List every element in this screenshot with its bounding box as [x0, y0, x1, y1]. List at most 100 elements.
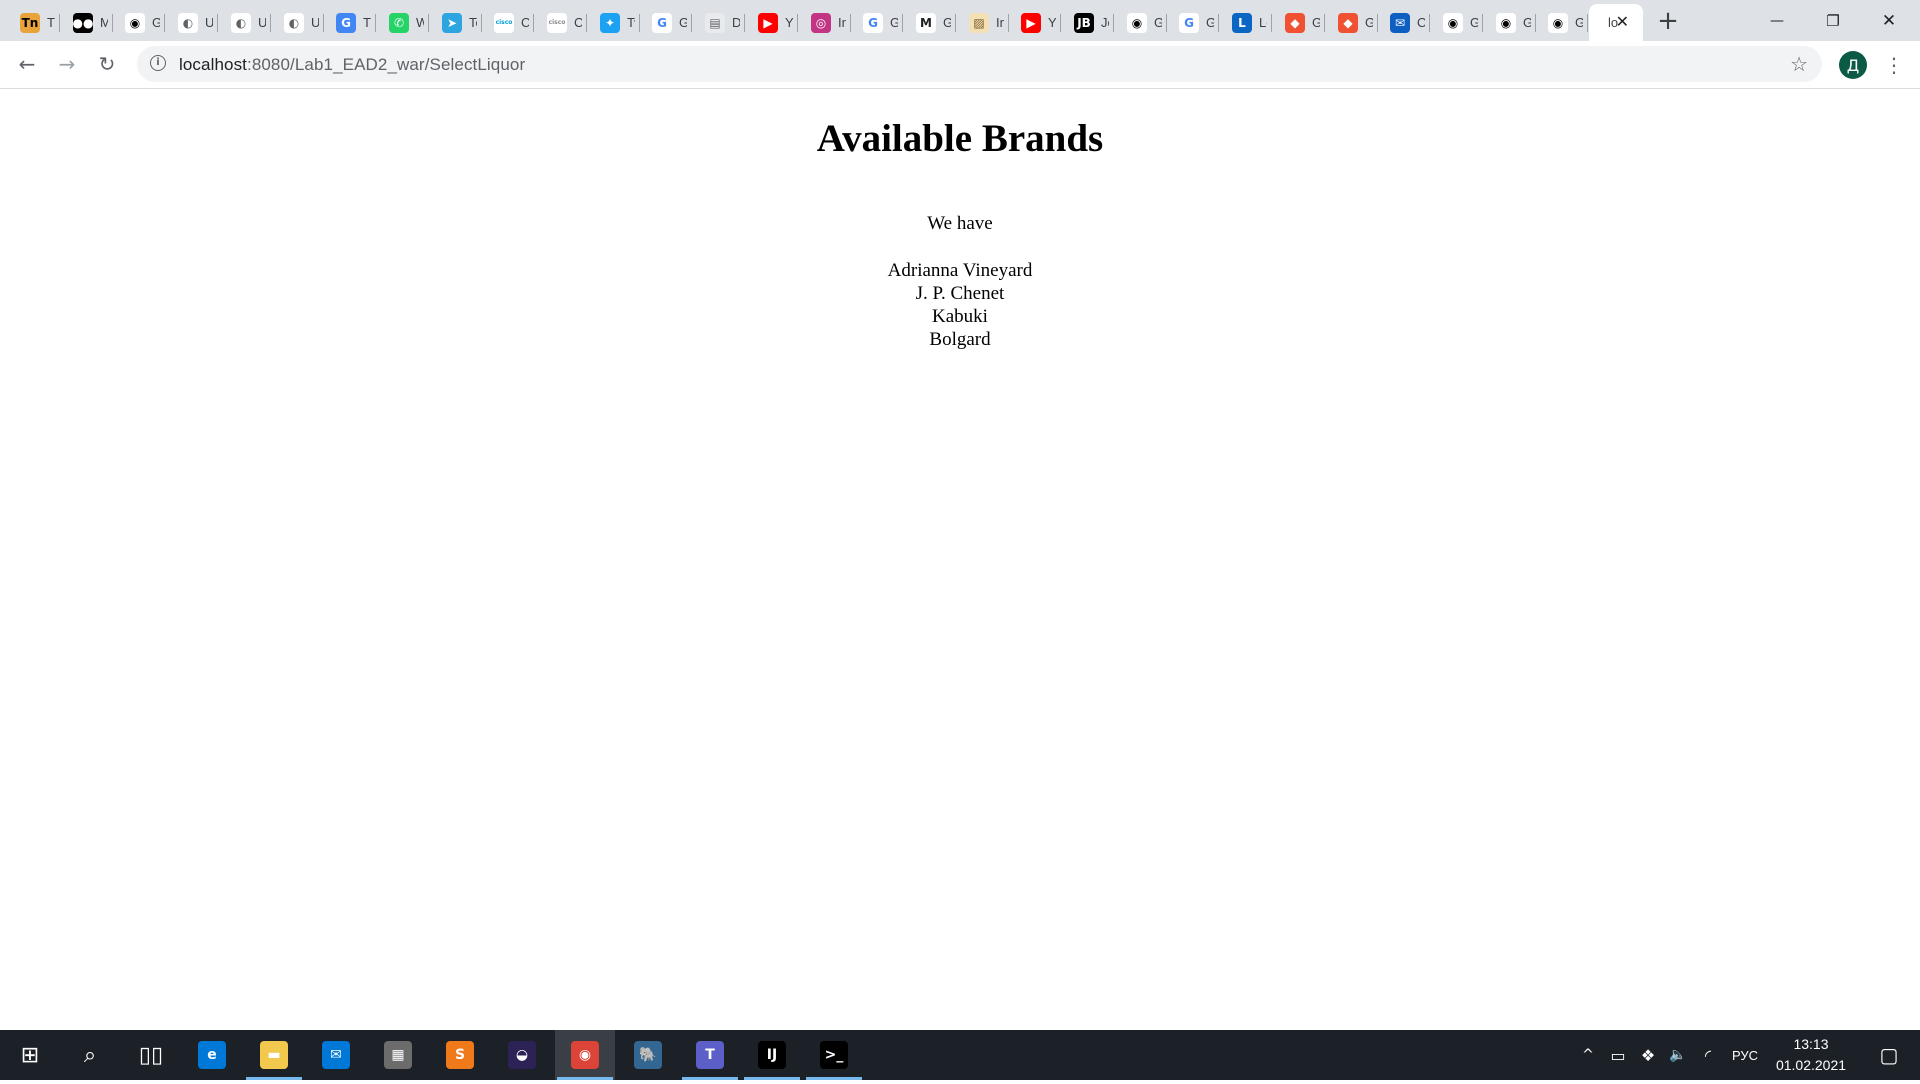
dropbox-icon[interactable]: ❖ — [1634, 1030, 1662, 1080]
battery-icon[interactable]: ▭ — [1604, 1030, 1632, 1080]
github-icon: ◉ — [1548, 12, 1568, 33]
taskbar-button[interactable]: ◉ — [555, 1030, 615, 1080]
active-tab[interactable]: lo ✕ — [1589, 4, 1643, 41]
browser-tab[interactable]: ◎ Instagram — [799, 4, 851, 41]
tab-title: Untitled — [311, 15, 319, 30]
address-bar[interactable]: i localhost:8080/Lab1_EAD2_war/SelectLiq… — [137, 46, 1822, 82]
taskbar-button[interactable]: T — [680, 1030, 740, 1080]
taskbar-button[interactable]: ✉ — [306, 1030, 366, 1080]
brand-item: Kabuki — [932, 306, 988, 327]
taskbar-button[interactable]: 🐘 — [618, 1030, 678, 1080]
clock-date: 01.02.2021 — [1775, 1057, 1847, 1073]
github-icon: ◉ — [1496, 12, 1516, 33]
browser-tab[interactable]: ✉ Outlook — [1378, 4, 1430, 41]
tab-title: JetBrains — [1101, 15, 1109, 30]
volume-icon[interactable]: 🔈 — [1664, 1030, 1692, 1080]
browser-tab[interactable]: ✦ Twitter — [588, 4, 640, 41]
tab-strip: Tn TN ●● Medium ◉ GitHub ◐ Untitled ◐ Untitled ◐ Un… — [0, 0, 1920, 41]
tab-title: Outlook — [1417, 15, 1425, 30]
taskbar-button[interactable]: >_ — [804, 1030, 864, 1080]
new-tab-button[interactable]: + — [1651, 4, 1685, 38]
browser-tab[interactable]: ➤ Telegram — [430, 4, 482, 41]
github-icon: ◉ — [1443, 12, 1463, 33]
browser-tab[interactable]: ◐ Untitled — [166, 4, 218, 41]
jetbrains-icon: JB — [1074, 12, 1094, 33]
taskbar-button[interactable]: ⌕ — [60, 1030, 120, 1080]
wifi-icon[interactable]: ◜ — [1694, 1030, 1722, 1080]
browser-tab[interactable]: G Translate — [324, 4, 376, 41]
tab-title: GitHub — [1470, 15, 1478, 30]
taskbar-button[interactable]: S — [430, 1030, 490, 1080]
browser-tab[interactable]: ✆ WhatsApp — [377, 4, 429, 41]
browser-tab[interactable]: ◐ Untitled — [272, 4, 324, 41]
bookmark-star-icon[interactable]: ☆ — [1790, 52, 1808, 76]
browser-tab[interactable]: Tn TN — [8, 4, 60, 41]
browser-tab[interactable]: G Google — [1167, 4, 1219, 41]
github-icon: ◉ — [1127, 12, 1147, 33]
browser-tab[interactable]: ◆ Git — [1273, 4, 1325, 41]
outlook-icon: ✉ — [1390, 12, 1410, 33]
browser-tab[interactable]: ▨ Image — [957, 4, 1009, 41]
cisco-icon: cisco — [494, 12, 514, 33]
git-icon: ◆ — [1338, 12, 1358, 33]
tab-title: Git — [1365, 15, 1373, 30]
browser-tab[interactable]: ◉ GitHub — [1115, 4, 1167, 41]
taskbar-button[interactable]: ⊞ — [0, 1030, 60, 1080]
tab-title: GitHub — [152, 15, 160, 30]
taskbar-button[interactable]: ◒ — [492, 1030, 552, 1080]
back-arrow-icon: ← — [18, 52, 36, 76]
site-info-icon[interactable]: i — [150, 55, 166, 71]
search-icon: ⌕ — [83, 1042, 97, 1068]
close-tab-icon[interactable]: ✕ — [1616, 12, 1629, 32]
browser-tab[interactable]: ▶ YouTube — [746, 4, 798, 41]
restore-button[interactable]: ❐ — [1805, 0, 1861, 41]
close-window-button[interactable]: ✕ — [1861, 0, 1917, 41]
show-hidden-icons-icon[interactable]: ^ — [1574, 1030, 1602, 1080]
browser-tab[interactable]: ◉ GitHub — [1431, 4, 1483, 41]
windows-taskbar: ⊞ ⌕ ▯▯ e ▬ ✉ ▦ S ◒ ◉ 🐘 T IJ >_ ^ ▭ ❖ 🔈 ◜ РУС 13:13 01… — [0, 1030, 1920, 1080]
back-button[interactable]: ← — [11, 48, 43, 80]
browser-tab[interactable]: L Learning — [1220, 4, 1272, 41]
browser-tab[interactable]: ◉ GitHub — [1536, 4, 1588, 41]
browser-tab[interactable]: ◆ Git — [1326, 4, 1378, 41]
browser-tab[interactable]: G Google — [851, 4, 903, 41]
browser-tab[interactable]: ◐ Untitled — [219, 4, 271, 41]
browser-toolbar: ← → ↻ i localhost:8080/Lab1_EAD2_war/Sel… — [0, 41, 1920, 89]
browser-tab[interactable]: M Gmail — [904, 4, 956, 41]
url-text[interactable]: localhost:8080/Lab1_EAD2_war/SelectLiquo… — [179, 55, 525, 75]
tab-title: Cisco — [521, 15, 529, 30]
browser-tab[interactable]: ▤ Docs — [693, 4, 745, 41]
taskbar-button[interactable]: e — [182, 1030, 242, 1080]
taskbar-button[interactable]: ▬ — [244, 1030, 304, 1080]
browser-tab[interactable]: JB JetBrains — [1062, 4, 1114, 41]
taskbar-button[interactable]: ▯▯ — [121, 1030, 181, 1080]
browser-menu-icon[interactable]: ⋮ — [1882, 49, 1906, 81]
browser-tab[interactable]: ◉ GitHub — [1484, 4, 1536, 41]
tab-title: Untitled — [205, 15, 213, 30]
reload-button[interactable]: ↻ — [91, 48, 123, 80]
page-heading: Available Brands — [816, 117, 1104, 160]
browser-tab[interactable]: ●● Medium — [61, 4, 113, 41]
browser-tab[interactable]: cisco Cisco — [535, 4, 587, 41]
tab-title: TN — [47, 15, 55, 30]
browser-tab[interactable]: G Google — [640, 4, 692, 41]
url-path: :8080/Lab1_EAD2_war/SelectLiquor — [247, 55, 526, 74]
minimize-button[interactable]: — — [1749, 0, 1805, 41]
taskbar-button[interactable]: IJ — [742, 1030, 802, 1080]
profile-avatar[interactable]: Д — [1839, 51, 1867, 79]
reload-icon: ↻ — [98, 52, 116, 76]
browser-tab[interactable]: ▶ YouTube — [1009, 4, 1061, 41]
forward-button[interactable]: → — [51, 48, 83, 80]
medium-icon: ●● — [73, 12, 93, 33]
file-explorer-icon: ▬ — [260, 1041, 288, 1069]
tab-title: Cisco — [574, 15, 582, 30]
system-clock[interactable]: 13:13 01.02.2021 — [1756, 1030, 1866, 1084]
tab-title: Untitled — [258, 15, 266, 30]
notifications-icon[interactable]: ▢ — [1866, 1030, 1912, 1080]
google-translate-icon: G — [336, 12, 356, 33]
browser-tab[interactable]: ◉ GitHub — [113, 4, 165, 41]
git-icon: ◆ — [1285, 12, 1305, 33]
browser-tab[interactable]: cisco Cisco — [482, 4, 534, 41]
sublime-text-icon: S — [446, 1041, 474, 1069]
taskbar-button[interactable]: ▦ — [368, 1030, 428, 1080]
